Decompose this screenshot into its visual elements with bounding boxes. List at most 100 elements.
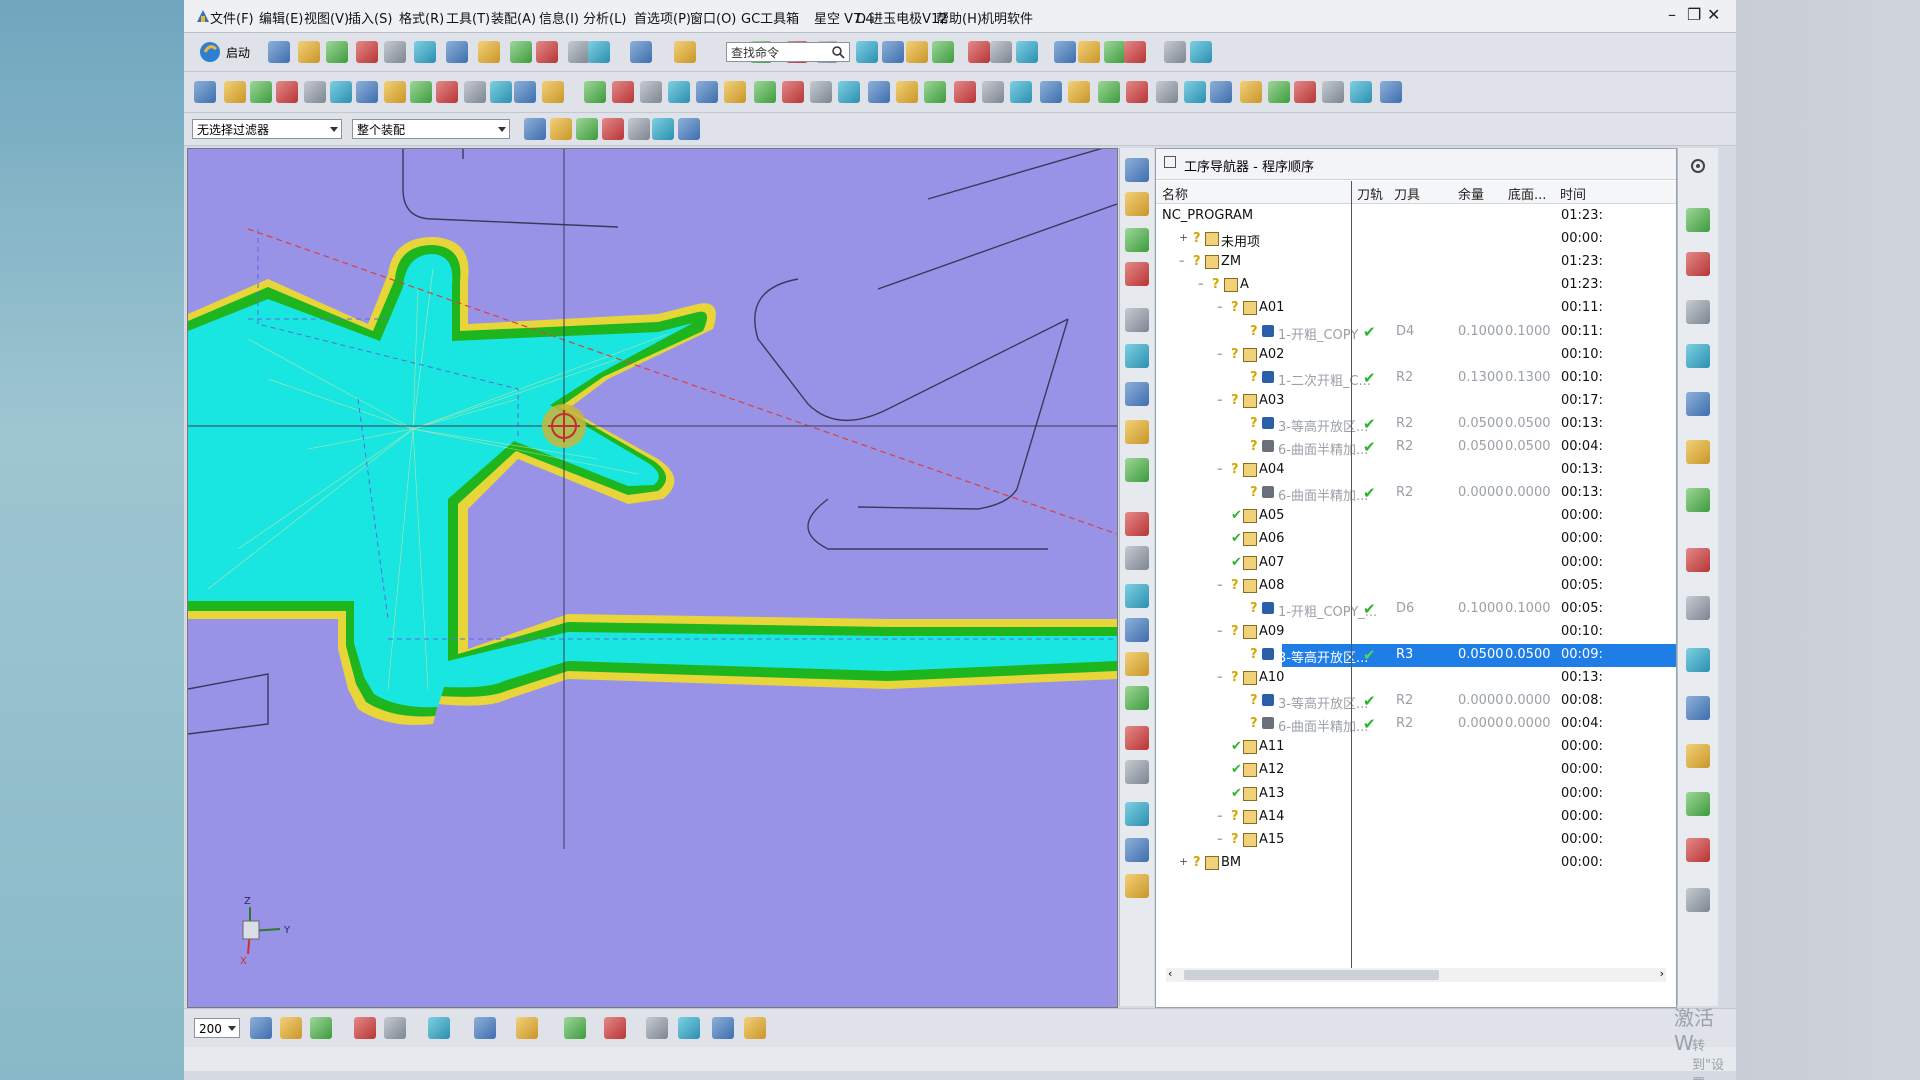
resource-icon-13[interactable] — [1686, 838, 1710, 862]
feature-tool-icon-37[interactable] — [1240, 81, 1262, 103]
operation-tool-icon-8[interactable] — [1125, 458, 1149, 482]
feature-tool-icon-35[interactable] — [1184, 81, 1206, 103]
view-tool-icon-4[interactable] — [384, 1017, 406, 1039]
expand-toggle-icon[interactable]: – — [1217, 347, 1223, 360]
tree-row[interactable]: –? A08 00:05: — [1156, 575, 1676, 598]
view-tool-icon-0[interactable] — [250, 1017, 272, 1039]
tree-row[interactable]: –? A14 00:00: — [1156, 806, 1676, 829]
standard-tool-icon-17[interactable] — [856, 41, 878, 63]
tree-row[interactable]: ? 1-开粗_COPY ✔ D4 0.1000 0.1000 00:11: — [1156, 321, 1676, 344]
start-label[interactable]: 启动 — [226, 44, 250, 61]
tree-row[interactable]: ? 3-等高开放区... ✔ R2 0.0500 0.0500 00:13: — [1156, 413, 1676, 436]
tree-row[interactable]: ? 6-曲面半精加... ✔ R2 0.0000 0.0000 00:04: — [1156, 713, 1676, 736]
tree-row[interactable]: ✔ A12 00:00: — [1156, 759, 1676, 782]
graphics-viewport[interactable]: Z Y X — [187, 148, 1118, 1008]
feature-tool-icon-16[interactable] — [640, 81, 662, 103]
view-tool-icon-8[interactable] — [564, 1017, 586, 1039]
operation-tool-icon-5[interactable] — [1125, 344, 1149, 368]
tree-row[interactable]: –? A10 00:13: — [1156, 667, 1676, 690]
pin-checkbox[interactable] — [1164, 156, 1176, 168]
expand-toggle-icon[interactable]: – — [1217, 462, 1223, 475]
expand-toggle-icon[interactable]: + — [1179, 855, 1188, 868]
col-name[interactable]: 名称 — [1162, 184, 1188, 203]
resource-icon-0[interactable] — [1686, 208, 1710, 232]
view-tool-icon-10[interactable] — [646, 1017, 668, 1039]
resource-icon-12[interactable] — [1686, 792, 1710, 816]
expand-toggle-icon[interactable]: – — [1217, 809, 1223, 822]
feature-tool-icon-4[interactable] — [304, 81, 326, 103]
minimize-icon[interactable]: – — [1668, 5, 1676, 24]
tree-row[interactable]: –? A01 00:11: — [1156, 297, 1676, 320]
zoom-dropdown[interactable]: 200 — [194, 1018, 240, 1038]
feature-tool-icon-41[interactable] — [1350, 81, 1372, 103]
tree-row[interactable]: ✔ A07 00:00: — [1156, 552, 1676, 575]
operation-tool-icon-1[interactable] — [1125, 192, 1149, 216]
feature-tool-icon-15[interactable] — [612, 81, 634, 103]
tree-row[interactable]: ? 1-二次开粗_C... ✔ R2 0.1300 0.1300 00:10: — [1156, 367, 1676, 390]
col-time[interactable]: 时间 — [1560, 184, 1586, 203]
menu-item-4[interactable]: 格式(R) — [399, 8, 444, 27]
menu-item-9[interactable]: 首选项(P) — [634, 8, 691, 27]
operation-tool-icon-11[interactable] — [1125, 584, 1149, 608]
standard-tool-icon-11[interactable] — [588, 41, 610, 63]
tree-row[interactable]: ✔ A06 00:00: — [1156, 528, 1676, 551]
feature-tool-icon-33[interactable] — [1126, 81, 1148, 103]
command-search-input[interactable]: 查找命令 — [726, 42, 850, 62]
feature-tool-icon-6[interactable] — [356, 81, 378, 103]
operation-tool-icon-19[interactable] — [1125, 874, 1149, 898]
menu-item-2[interactable]: 视图(V) — [304, 8, 349, 27]
expand-toggle-icon[interactable]: – — [1217, 578, 1223, 591]
standard-tool-icon-9[interactable] — [536, 41, 558, 63]
feature-tool-icon-7[interactable] — [384, 81, 406, 103]
menu-item-7[interactable]: 信息(I) — [539, 8, 579, 27]
tree-row[interactable]: –? A04 00:13: — [1156, 459, 1676, 482]
tree-row[interactable]: ✔ A11 00:00: — [1156, 736, 1676, 759]
feature-tool-icon-39[interactable] — [1294, 81, 1316, 103]
standard-tool-icon-6[interactable] — [446, 41, 468, 63]
feature-tool-icon-22[interactable] — [810, 81, 832, 103]
operation-tool-icon-10[interactable] — [1125, 546, 1149, 570]
menu-item-13[interactable]: D 进玉电极V12 — [856, 8, 948, 27]
feature-tool-icon-3[interactable] — [276, 81, 298, 103]
tree-row[interactable]: ? 3-等高开放区... ✔ R2 0.0000 0.0000 00:08: — [1156, 690, 1676, 713]
tree-row[interactable]: ✔ A13 00:00: — [1156, 783, 1676, 806]
operation-tool-icon-2[interactable] — [1125, 228, 1149, 252]
standard-tool-icon-7[interactable] — [478, 41, 500, 63]
select-tool-icon-6[interactable] — [678, 118, 700, 140]
select-tool-icon-3[interactable] — [602, 118, 624, 140]
scroll-right-icon[interactable]: › — [1660, 967, 1664, 980]
menu-item-11[interactable]: GC工具箱 — [741, 8, 799, 27]
search-icon[interactable] — [832, 46, 845, 59]
operation-tool-icon-0[interactable] — [1125, 158, 1149, 182]
resource-icon-5[interactable] — [1686, 440, 1710, 464]
feature-tool-icon-29[interactable] — [1010, 81, 1032, 103]
close-icon[interactable]: ✕ — [1707, 5, 1720, 24]
menu-item-10[interactable]: 窗口(O) — [690, 8, 736, 27]
tree-row[interactable]: +? 未用项 00:00: — [1156, 228, 1676, 251]
resource-icon-14[interactable] — [1686, 888, 1710, 912]
col-toolpath[interactable]: 刀轨 — [1357, 184, 1383, 203]
feature-tool-icon-23[interactable] — [838, 81, 860, 103]
standard-tool-icon-27[interactable] — [1124, 41, 1146, 63]
select-tool-icon-4[interactable] — [628, 118, 650, 140]
feature-tool-icon-11[interactable] — [490, 81, 512, 103]
view-tool-icon-9[interactable] — [604, 1017, 626, 1039]
standard-tool-icon-29[interactable] — [1190, 41, 1212, 63]
standard-tool-icon-23[interactable] — [1016, 41, 1038, 63]
tree-row[interactable]: –? A 01:23: — [1156, 274, 1676, 297]
menu-item-3[interactable]: 插入(S) — [348, 8, 392, 27]
standard-tool-icon-25[interactable] — [1078, 41, 1100, 63]
view-tool-icon-5[interactable] — [428, 1017, 450, 1039]
standard-tool-icon-2[interactable] — [326, 41, 348, 63]
standard-tool-icon-5[interactable] — [414, 41, 436, 63]
standard-tool-icon-24[interactable] — [1054, 41, 1076, 63]
view-tool-icon-13[interactable] — [744, 1017, 766, 1039]
tree-row[interactable]: ? 6-曲面半精加... ✔ R2 0.0500 0.0500 00:04: — [1156, 436, 1676, 459]
feature-tool-icon-13[interactable] — [542, 81, 564, 103]
feature-tool-icon-36[interactable] — [1210, 81, 1232, 103]
menu-item-5[interactable]: 工具(T) — [446, 8, 490, 27]
tree-row[interactable]: ? 6-曲面半精加... ✔ R2 0.0000 0.0000 00:13: — [1156, 482, 1676, 505]
settings-gear-icon[interactable] — [1686, 154, 1710, 178]
view-tool-icon-3[interactable] — [354, 1017, 376, 1039]
view-tool-icon-12[interactable] — [712, 1017, 734, 1039]
